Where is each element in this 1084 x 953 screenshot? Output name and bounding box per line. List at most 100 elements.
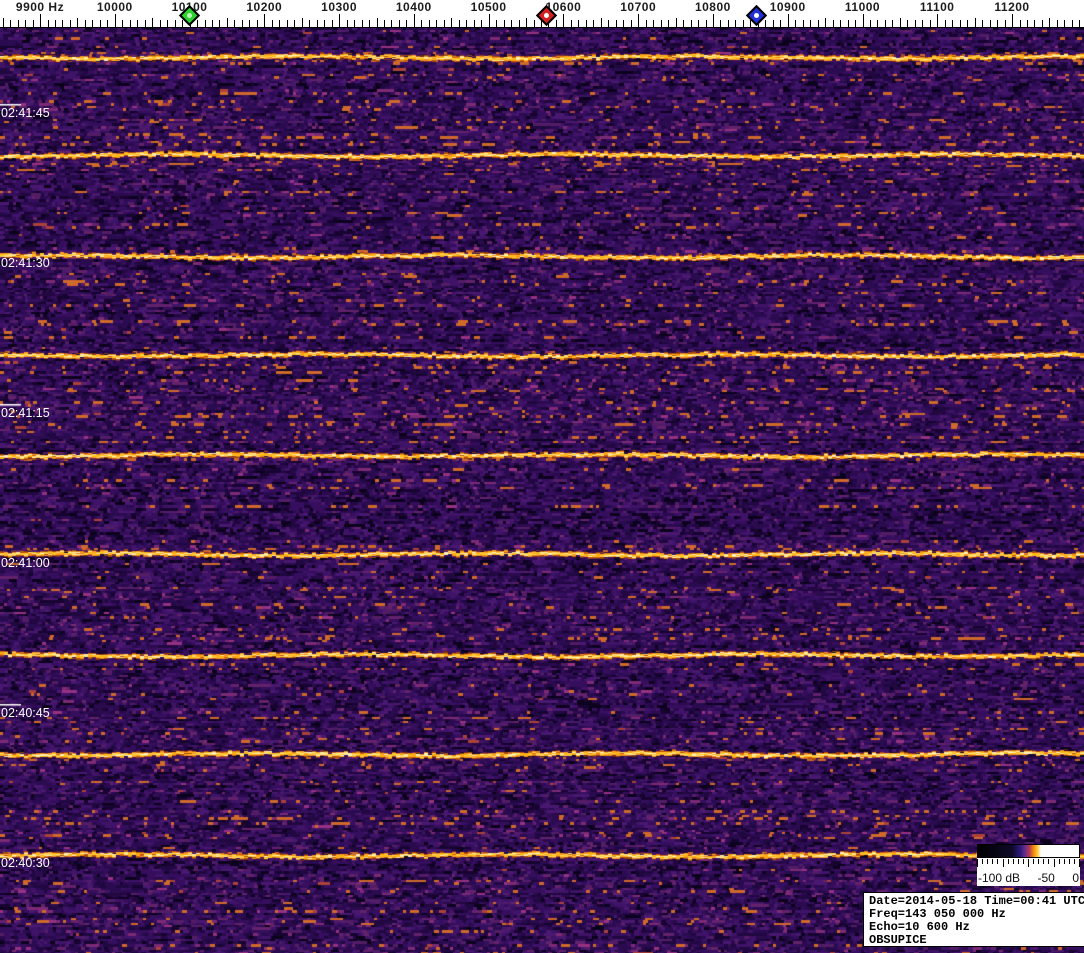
ruler-tick bbox=[772, 20, 774, 27]
ruler-tick bbox=[735, 20, 737, 27]
ruler-tick bbox=[271, 20, 273, 27]
ruler-tick bbox=[944, 20, 946, 27]
ruler-tick bbox=[197, 20, 198, 27]
ruler-tick-label: 10200 bbox=[246, 0, 283, 14]
ruler-tick bbox=[825, 18, 827, 27]
ruler-tick bbox=[810, 20, 812, 27]
ruler-tick bbox=[1064, 20, 1066, 27]
ruler-tick bbox=[17, 20, 19, 27]
ruler-tick bbox=[727, 20, 729, 27]
colorbar-tick bbox=[1048, 859, 1050, 864]
ruler-tick bbox=[488, 14, 490, 27]
ruler-tick bbox=[1019, 20, 1021, 27]
colorbar-label-mid: -50 bbox=[1037, 871, 1055, 885]
ruler-tick bbox=[578, 20, 580, 27]
ruler-tick-label: 11200 bbox=[994, 0, 1030, 14]
ruler-tick bbox=[742, 20, 744, 27]
colorbar-tick bbox=[1002, 859, 1004, 867]
observation-info-box: Date=2014-05-18 Time=00:41 UTC Freq=143 … bbox=[863, 892, 1084, 947]
ruler-tick bbox=[585, 20, 587, 27]
ruler-tick bbox=[1012, 14, 1013, 27]
colorbar-legend: -100 dB -50 0 bbox=[977, 844, 1080, 886]
ruler-tick bbox=[428, 20, 430, 27]
spectrogram-canvas[interactable] bbox=[0, 28, 1084, 953]
ruler-tick bbox=[570, 20, 572, 27]
colorbar-label-max: 0 bbox=[1072, 871, 1079, 885]
ruler-tick bbox=[10, 20, 12, 27]
ruler-tick bbox=[443, 20, 445, 27]
ruler-tick bbox=[623, 20, 625, 27]
ruler-tick bbox=[630, 20, 632, 27]
ruler-tick bbox=[40, 14, 41, 27]
ruler-tick bbox=[264, 14, 266, 27]
ruler-tick bbox=[354, 20, 355, 27]
ruler-tick bbox=[2, 18, 4, 27]
ruler-tick bbox=[346, 20, 348, 27]
ruler-tick bbox=[884, 20, 886, 27]
ruler-tick bbox=[219, 20, 221, 27]
frequency-ruler[interactable]: 9900 Hz100001010010200103001040010500106… bbox=[0, 0, 1084, 28]
ruler-tick bbox=[234, 20, 236, 27]
ruler-tick-label: 10700 bbox=[620, 0, 657, 14]
ruler-tick bbox=[608, 20, 610, 27]
ruler-tick bbox=[922, 20, 924, 27]
colorbar-tick bbox=[1033, 859, 1035, 864]
ruler-tick bbox=[458, 20, 460, 27]
ruler-tick bbox=[316, 20, 318, 27]
ruler-tick bbox=[309, 20, 311, 27]
ruler-tick bbox=[952, 20, 954, 27]
ruler-tick-label: 9900 Hz bbox=[15, 0, 65, 14]
ruler-tick bbox=[683, 20, 684, 27]
ruler-tick bbox=[144, 20, 146, 27]
ruler-tick bbox=[481, 20, 483, 27]
colorbar-tick bbox=[1038, 859, 1040, 864]
ruler-tick bbox=[1027, 20, 1028, 27]
ruler-tick bbox=[32, 20, 34, 27]
ruler-tick bbox=[451, 18, 453, 27]
colorbar-tick bbox=[1007, 859, 1009, 864]
colorbar-labels: -100 dB -50 0 bbox=[978, 872, 1079, 885]
marker-diamond-blue[interactable] bbox=[745, 4, 767, 27]
ruler-tick bbox=[47, 20, 49, 27]
ruler-tick bbox=[705, 20, 707, 27]
ruler-tick bbox=[376, 18, 378, 27]
ruler-tick bbox=[1034, 20, 1036, 27]
ruler-tick bbox=[204, 20, 206, 27]
ruler-tick bbox=[780, 20, 782, 27]
ruler-tick bbox=[877, 20, 879, 27]
ruler-tick bbox=[503, 20, 505, 27]
spectrogram-app: 9900 Hz100001010010200103001040010500106… bbox=[0, 0, 1084, 953]
time-axis-label: 02:41:45 bbox=[1, 106, 50, 120]
ruler-tick bbox=[907, 20, 909, 27]
ruler-tick bbox=[152, 18, 154, 27]
ruler-tick bbox=[690, 20, 692, 27]
ruler-tick bbox=[294, 20, 296, 27]
colorbar-tick bbox=[997, 859, 999, 864]
ruler-tick bbox=[406, 20, 408, 27]
time-axis-label: 02:41:30 bbox=[1, 256, 50, 270]
colorbar-tick bbox=[1079, 859, 1080, 867]
ruler-tick bbox=[555, 20, 557, 27]
ruler-tick bbox=[533, 20, 535, 27]
ruler-tick bbox=[974, 18, 976, 27]
ruler-tick bbox=[675, 18, 677, 27]
ruler-tick bbox=[159, 20, 161, 27]
ruler-tick-label: 10300 bbox=[321, 0, 358, 14]
ruler-tick bbox=[413, 14, 415, 27]
ruler-tick bbox=[25, 20, 26, 27]
colorbar-tick bbox=[1028, 859, 1029, 867]
ruler-tick bbox=[369, 20, 370, 27]
colorbar-tick bbox=[1068, 859, 1070, 864]
ruler-tick bbox=[391, 20, 393, 27]
ruler-tick bbox=[600, 18, 602, 27]
colorbar-tick bbox=[1073, 859, 1075, 864]
ruler-tick bbox=[645, 20, 647, 27]
colorbar-tick bbox=[1017, 859, 1019, 864]
ruler-tick bbox=[817, 20, 819, 27]
ruler-tick bbox=[615, 20, 617, 27]
colorbar-tick bbox=[1053, 859, 1055, 867]
ruler-tick bbox=[914, 20, 916, 27]
ruler-tick bbox=[668, 20, 670, 27]
ruler-tick bbox=[436, 20, 438, 27]
ruler-tick bbox=[114, 14, 116, 27]
